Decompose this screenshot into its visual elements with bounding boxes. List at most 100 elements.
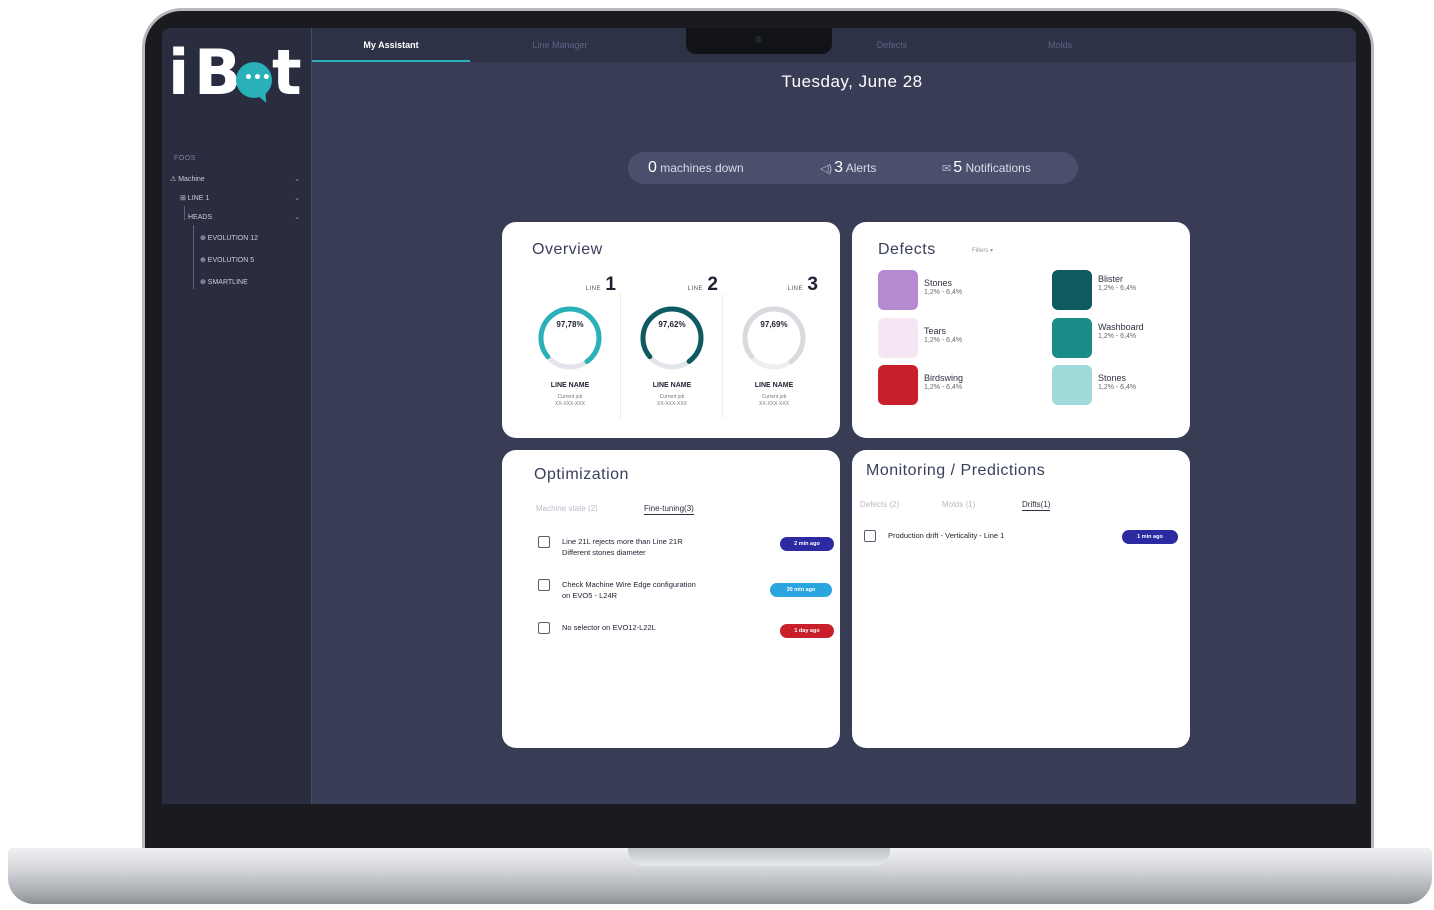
- task-checkbox[interactable]: [864, 530, 876, 542]
- task-checkbox[interactable]: [538, 622, 550, 634]
- line-2-gauge-panel[interactable]: 97,62% LINE NAME Current job XX-XXX-XXX: [624, 294, 720, 418]
- line-2-header: LINE 2: [628, 274, 718, 296]
- line-2-name: LINE NAME: [652, 382, 692, 389]
- sidebar-item-smartline[interactable]: ⊕ SMARTLINE: [200, 277, 300, 289]
- tab-line-manager[interactable]: Line Manager: [480, 28, 640, 62]
- line-1-gauge-panel[interactable]: 97,78% LINE NAME Current job XX-XXX-XXX: [522, 294, 618, 418]
- sidebar-item-machine[interactable]: ⚠ Machine ⌄: [170, 174, 300, 186]
- defect-item-washboard[interactable]: Washboard 1,2% - 6,4%: [1052, 318, 1212, 358]
- task-line: Different stones diameter: [562, 548, 646, 557]
- app-logo[interactable]: i B ••• t: [168, 38, 308, 108]
- chevron-down-icon: ⌄: [294, 176, 300, 183]
- line-number: 3: [807, 274, 818, 295]
- defects-card: Defects Filters ▾ Stones 1,2% - 6,4% Bli…: [852, 222, 1190, 438]
- task-line: on EVO5 - L24R: [562, 591, 618, 600]
- defect-range: 1,2% - 6,4%: [1098, 384, 1137, 391]
- defect-item-blister[interactable]: Blister 1,2% - 6,4%: [1052, 270, 1212, 310]
- line-2-current-job-label: Current job: [659, 394, 685, 400]
- defect-image: [1052, 365, 1092, 405]
- defect-item-stones-2[interactable]: Stones 1,2% - 6,4%: [1052, 365, 1212, 405]
- line-3-current-job-label: Current job: [761, 394, 787, 400]
- speaker-icon: ◁): [820, 163, 833, 175]
- machines-down-count: 0: [648, 159, 657, 176]
- defect-range: 1,2% - 6,4%: [924, 289, 963, 296]
- defect-range: 1,2% - 6,4%: [924, 384, 963, 391]
- sidebar-item-label: ⊕ EVOLUTION 5: [200, 257, 255, 264]
- defect-name: Stones: [924, 278, 953, 288]
- defect-item-stones[interactable]: Stones 1,2% - 6,4%: [878, 270, 1038, 310]
- line-1-current-job-label: Current job: [557, 394, 583, 400]
- chat-bubble-icon: •••: [236, 62, 272, 98]
- defect-name: Blister: [1098, 274, 1124, 284]
- top-tab-bar: My Assistant Line Manager Defects Molds: [312, 28, 1356, 62]
- camera-notch: [686, 28, 832, 54]
- task-text: Line 21L rejects more than Line 21R Diffe…: [562, 536, 762, 558]
- alerts-status[interactable]: ◁) 3 Alerts: [820, 152, 876, 184]
- sidebar-item-label: ⊞ LINE 1: [180, 195, 210, 202]
- defect-name: Washboard: [1098, 322, 1144, 332]
- task-line: Check Machine Wire Edge configuration: [562, 580, 696, 589]
- defect-image: [878, 365, 918, 405]
- line-1-name: LINE NAME: [550, 382, 590, 389]
- line-prefix: LINE: [687, 286, 703, 292]
- defect-image: [1052, 270, 1092, 310]
- line-number: 1: [605, 274, 616, 295]
- subtab-drifts[interactable]: Drifts(1): [1022, 500, 1051, 511]
- task-checkbox[interactable]: [538, 579, 550, 591]
- line-2-current-job-value: XX-XXX-XXX: [656, 401, 687, 407]
- line-1-gauge: [538, 306, 602, 370]
- line-3-current-job-value: XX-XXX-XXX: [758, 401, 789, 407]
- laptop-base-groove: [628, 848, 890, 866]
- sidebar-item-heads[interactable]: HEADS ⌄: [188, 212, 300, 224]
- optimization-task-1: Line 21L rejects more than Line 21R Diffe…: [538, 536, 834, 566]
- defect-image: [1052, 318, 1092, 358]
- line-number: 2: [707, 274, 718, 295]
- defects-filter-dropdown[interactable]: Filters ▾: [972, 247, 993, 254]
- subtab-fine-tuning[interactable]: Fine-tuning(3): [644, 504, 694, 515]
- time-badge: 1 day ago: [780, 624, 834, 638]
- defect-image: [878, 318, 918, 358]
- sidebar-item-evolution-5[interactable]: ⊕ EVOLUTION 5: [200, 255, 300, 267]
- notifications-count: 5: [953, 159, 963, 176]
- defect-item-tears[interactable]: Tears 1,2% - 6,4%: [878, 318, 1038, 358]
- defect-item-birdswing[interactable]: Birdswing 1,2% - 6,4%: [878, 365, 1038, 405]
- overview-title: Overview: [532, 241, 603, 258]
- line-3-gauge-panel[interactable]: 97,69% LINE NAME Current job XX-XXX-XXX: [726, 294, 822, 418]
- line-1-percent: 97,78%: [556, 320, 584, 329]
- time-badge: 30 min ago: [770, 583, 832, 597]
- subtab-molds[interactable]: Molds (1): [942, 500, 975, 509]
- defects-title: Defects: [878, 241, 936, 258]
- sidebar-item-label: ⚠ Machine: [170, 176, 205, 183]
- line-3-header: LINE 3: [728, 274, 818, 296]
- column-divider: [722, 294, 723, 418]
- line-1-header: LINE 1: [526, 274, 616, 296]
- subtab-defects[interactable]: Defects (2): [860, 500, 899, 509]
- defect-name: Tears: [924, 326, 947, 336]
- tree-connector: [193, 225, 194, 289]
- monitoring-card: Monitoring / Predictions Defects (2) Mol…: [852, 450, 1190, 748]
- optimization-task-2: Check Machine Wire Edge configuration on …: [538, 579, 834, 609]
- time-badge: 2 min ago: [780, 537, 834, 551]
- defect-range: 1,2% - 6,4%: [924, 337, 963, 344]
- task-line: Line 21L rejects more than Line 21R: [562, 537, 683, 546]
- sidebar-item-evolution-12[interactable]: ⊕ EVOLUTION 12: [200, 233, 300, 245]
- tree-connector: [184, 206, 185, 220]
- line-2-percent: 97,62%: [658, 320, 686, 329]
- tab-defects[interactable]: Defects: [812, 28, 972, 62]
- column-divider: [620, 294, 621, 418]
- task-checkbox[interactable]: [538, 536, 550, 548]
- defect-range: 1,2% - 6,4%: [1098, 333, 1137, 340]
- task-text: Check Machine Wire Edge configuration on …: [562, 579, 762, 601]
- envelope-icon: ✉: [942, 163, 952, 175]
- time-badge: 1 min ago: [1122, 530, 1178, 544]
- tab-molds[interactable]: Molds: [980, 28, 1140, 62]
- chevron-down-icon: ⌄: [294, 214, 300, 221]
- tab-my-assistant[interactable]: My Assistant: [312, 28, 470, 62]
- monitoring-title: Monitoring / Predictions: [866, 462, 1046, 479]
- machines-down-status[interactable]: 0 machines down: [648, 152, 744, 184]
- optimization-title: Optimization: [534, 466, 629, 483]
- sidebar-item-line-1[interactable]: ⊞ LINE 1 ⌄: [180, 193, 300, 205]
- optimization-task-3: No selector on EVO12-L22L 1 day ago: [538, 622, 834, 652]
- subtab-machine-state[interactable]: Machine state (2): [536, 504, 598, 513]
- notifications-status[interactable]: ✉ 5 Notifications: [942, 152, 1031, 184]
